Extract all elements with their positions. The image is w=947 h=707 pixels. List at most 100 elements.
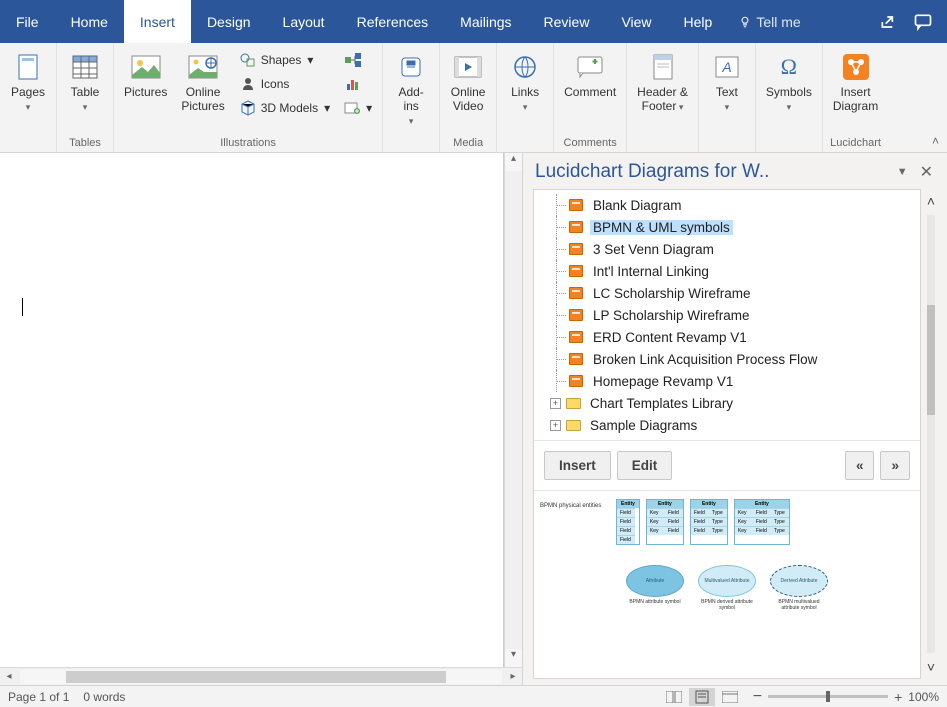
folder-icon	[566, 398, 581, 409]
shapes-button[interactable]: Shapes▾	[235, 49, 334, 71]
tree-item-homepage[interactable]: Homepage Revamp V1	[538, 370, 916, 392]
online-pictures-button[interactable]: Online Pictures	[177, 47, 228, 115]
document-icon	[569, 265, 583, 277]
edit-button[interactable]: Edit	[617, 451, 673, 480]
comments-icon[interactable]	[913, 12, 933, 32]
tree-item-venn[interactable]: 3 Set Venn Diagram	[538, 238, 916, 260]
tree-item-erd-revamp[interactable]: ERD Content Revamp V1	[538, 326, 916, 348]
ribbon-group-headerfooter: Header & Footer ▾	[627, 43, 699, 152]
zoom-out-button[interactable]: −	[753, 688, 762, 706]
ribbon-group-illustrations: Pictures Online Pictures Shapes▾ Icons 3…	[114, 43, 383, 152]
scroll-down-button[interactable]: ▾	[505, 649, 522, 667]
comment-button[interactable]: Comment	[560, 47, 620, 101]
weblayout-icon	[722, 691, 738, 703]
text-button[interactable]: A Text▾	[705, 47, 749, 116]
zoom-slider[interactable]	[768, 695, 888, 698]
tree-folder-sample-diagrams[interactable]: +Sample Diagrams	[538, 414, 916, 436]
tell-me-search[interactable]: Tell me	[728, 0, 810, 43]
tree-item-broken-link[interactable]: Broken Link Acquisition Process Flow	[538, 348, 916, 370]
tab-insert[interactable]: Insert	[124, 0, 191, 43]
addins-button[interactable]: Add- ins▾	[389, 47, 433, 130]
document-page[interactable]	[0, 153, 504, 667]
tab-design[interactable]: Design	[191, 0, 267, 43]
tab-home[interactable]: Home	[55, 0, 124, 43]
tab-view[interactable]: View	[605, 0, 667, 43]
smartart-button[interactable]	[340, 49, 376, 71]
vertical-scrollbar[interactable]: ▴ ▾	[504, 153, 522, 667]
header-footer-button[interactable]: Header & Footer ▾	[633, 47, 692, 116]
tab-file[interactable]: File	[0, 0, 55, 43]
share-icon[interactable]	[879, 12, 899, 32]
tab-help[interactable]: Help	[668, 0, 729, 43]
preview-ellipse: Multivalued Attribute	[698, 565, 756, 597]
zoom-in-button[interactable]: +	[894, 689, 902, 705]
tab-references[interactable]: References	[341, 0, 445, 43]
panel-scroll-up[interactable]: ˄	[927, 193, 935, 209]
prev-page-button[interactable]: «	[845, 451, 875, 480]
panel-scrollbar[interactable]: ˄ ˅	[921, 189, 941, 679]
scroll-left-button[interactable]: ◂	[0, 671, 18, 682]
zoom-level[interactable]: 100%	[908, 690, 939, 704]
insert-button[interactable]: Insert	[544, 451, 611, 480]
page-indicator[interactable]: Page 1 of 1	[8, 690, 69, 704]
panel-controls: Insert Edit « »	[534, 440, 920, 490]
tree-item-lp-wireframe[interactable]: LP Scholarship Wireframe	[538, 304, 916, 326]
smartart-icon	[344, 52, 362, 68]
document-icon	[569, 353, 583, 365]
tree-item-lc-wireframe[interactable]: LC Scholarship Wireframe	[538, 282, 916, 304]
tree-item-bpmn-uml[interactable]: BPMN & UML symbols	[538, 216, 916, 238]
collapse-ribbon-button[interactable]: ˄	[932, 134, 939, 148]
read-mode-button[interactable]	[661, 688, 687, 706]
panel-scroll-thumb[interactable]	[927, 305, 935, 415]
scroll-right-button[interactable]: ▸	[504, 671, 522, 682]
tree-folder-chart-templates[interactable]: +Chart Templates Library	[538, 392, 916, 414]
pages-button[interactable]: Pages▾	[6, 47, 50, 116]
tab-review[interactable]: Review	[528, 0, 606, 43]
preview-caption: BPMN derived attribute symbol	[698, 599, 756, 611]
symbols-button[interactable]: Ω Symbols▾	[762, 47, 816, 116]
scroll-up-button[interactable]: ▴	[505, 153, 522, 171]
online-video-button[interactable]: Online Video	[446, 47, 490, 115]
shapes-icon	[240, 52, 256, 68]
online-picture-icon	[188, 55, 218, 79]
preview-caption: BPMN attribute symbol	[626, 599, 684, 611]
table-icon	[72, 55, 98, 79]
zoom-slider-thumb[interactable]	[826, 691, 830, 702]
pictures-button[interactable]: Pictures	[120, 47, 171, 101]
comment-icon	[577, 56, 603, 78]
panel-close-button[interactable]: ✕	[916, 162, 937, 182]
tab-layout[interactable]: Layout	[267, 0, 341, 43]
tree-item-intl-linking[interactable]: Int'l Internal Linking	[538, 260, 916, 282]
table-button[interactable]: Table▾	[63, 47, 107, 116]
cube-icon	[240, 100, 256, 116]
ribbon-group-lucidchart: Insert Diagram Lucidchart	[823, 43, 888, 152]
panel-title: Lucidchart Diagrams for W..	[535, 161, 889, 183]
panel-menu-button[interactable]: ▼	[889, 166, 916, 178]
document-icon	[569, 309, 583, 321]
expand-icon[interactable]: +	[550, 420, 561, 431]
insert-diagram-button[interactable]: Insert Diagram	[829, 47, 882, 115]
icons-button[interactable]: Icons	[235, 73, 334, 95]
ribbon-group-pages: Pages▾	[0, 43, 57, 152]
hscroll-thumb[interactable]	[66, 671, 446, 683]
folder-icon	[566, 420, 581, 431]
word-count[interactable]: 0 words	[83, 690, 125, 704]
ribbon-group-links: Links▾	[497, 43, 554, 152]
chart-button[interactable]	[340, 73, 376, 95]
expand-icon[interactable]: +	[550, 398, 561, 409]
globe-icon	[513, 55, 537, 79]
screenshot-button[interactable]: ▾	[340, 97, 376, 119]
3d-models-button[interactable]: 3D Models▾	[235, 97, 334, 119]
next-page-button[interactable]: »	[880, 451, 910, 480]
links-button[interactable]: Links▾	[503, 47, 547, 116]
tree-item-blank-diagram[interactable]: Blank Diagram	[538, 194, 916, 216]
headerfooter-icon	[652, 54, 674, 80]
tab-mailings[interactable]: Mailings	[444, 0, 527, 43]
panel-scroll-down[interactable]: ˅	[927, 659, 935, 675]
ribbon: Pages▾ Table▾ Tables Pictures Online Pic…	[0, 43, 947, 153]
omega-icon: Ω	[781, 54, 797, 80]
horizontal-scrollbar[interactable]: ◂ ▸	[0, 667, 522, 685]
ribbon-group-symbols: Ω Symbols▾	[756, 43, 823, 152]
web-layout-button[interactable]	[717, 688, 743, 706]
print-layout-button[interactable]	[689, 688, 715, 706]
